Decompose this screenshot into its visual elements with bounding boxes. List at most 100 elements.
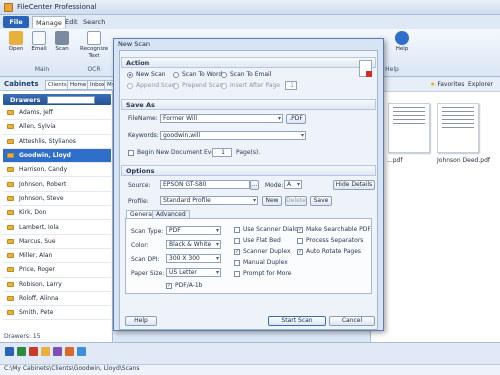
word-icon[interactable] [5,347,14,356]
help-ribbon-button[interactable]: Help [391,31,413,53]
insert-after-page-radio[interactable] [221,83,227,89]
drawer-item[interactable]: Robison, Larry [3,278,111,292]
option-checkbox[interactable]: ✓ [234,249,240,255]
folder-icon[interactable] [41,347,50,356]
folder-icon [7,153,14,159]
filename-input[interactable]: Former Will [160,114,283,123]
folder-icon [7,238,14,244]
option-label: Use Scanner Dialog [243,226,302,233]
hide-details-button[interactable]: Hide Details [333,180,375,190]
profile-new-button[interactable]: New [262,196,282,206]
edit-menu[interactable]: Edit [62,16,81,28]
tab-home[interactable]: Home [67,80,90,90]
option-checkbox[interactable] [234,238,240,244]
folder-icon [7,138,14,144]
pages-stepper[interactable]: 1 [212,148,232,157]
drawer-item[interactable]: Smith, Pete [3,306,111,321]
scan-to-email-radio[interactable] [221,72,227,78]
app-icon[interactable] [77,347,86,356]
pdf-option-checkbox[interactable]: ✓ [297,227,303,233]
drawer-item[interactable]: Allen, Sylvia [3,120,111,135]
mode-select[interactable]: A [284,180,302,189]
option-checkbox[interactable] [234,227,240,233]
pdf-option-checkbox[interactable] [297,238,303,244]
drawer-search-input[interactable] [47,96,95,104]
scan-to-word-label: Scan To Word [182,71,223,78]
explorer-button[interactable]: Explorer [468,81,493,88]
file-menu[interactable]: File [3,16,29,28]
pdf-icon[interactable] [29,347,38,356]
open-button[interactable]: Open [5,31,27,53]
option-checkbox[interactable] [234,260,240,266]
paper-size-select[interactable]: US Letter [166,268,221,277]
drawer-item[interactable]: Roloff, Alinna [3,292,111,307]
cancel-button[interactable]: Cancel [329,316,375,326]
new-scan-radio[interactable] [127,72,133,78]
scan-button[interactable]: Scan [51,31,73,53]
pdf-option-label: Process Separators [306,237,364,244]
scan-to-word-radio[interactable] [173,72,179,78]
pdf-option-checkbox[interactable]: ✓ [297,249,303,255]
favorites-label: Favorites [437,81,465,88]
dpi-select[interactable]: 300 X 300 [166,254,221,263]
window-title: FileCenter Professional [17,3,97,11]
new-scan-label: New Scan [136,71,166,78]
help-button[interactable]: Help [125,316,157,326]
profile-delete-button[interactable]: Delete [285,196,307,206]
insert-page-field[interactable]: 1 [285,81,297,90]
cabinets-title[interactable]: Cabinets [4,80,39,88]
manage-menu[interactable]: Manage [32,16,66,28]
begin-new-label: Begin New Document Every [137,149,222,156]
keywords-label: Keywords: [128,132,159,139]
begin-new-document-checkbox[interactable] [128,150,134,156]
drawer-item[interactable]: Price, Roger [3,263,111,278]
help-icon [395,31,409,45]
drawer-item[interactable]: Kirk, Don [3,206,111,221]
prepend-scan-radio[interactable] [173,83,179,89]
drawer-count: Drawers: 15 [4,333,41,340]
folder-icon [7,224,14,230]
drawer-label: Robison, Larry [19,280,62,288]
keywords-input[interactable]: goodwin,will [160,131,306,140]
document-thumbnail[interactable] [388,103,430,153]
app-icon[interactable] [53,347,62,356]
start-scan-button[interactable]: Start Scan [268,316,326,326]
group-ocr-label: OCR [87,66,101,73]
extension-button[interactable]: .PDF [286,114,306,124]
folder-icon [7,267,14,273]
drawer-item[interactable]: Miller, Alan [3,249,111,264]
profile-select[interactable]: Standard Profile [160,196,258,205]
drawer-item[interactable]: Johnson, Steve [3,192,111,207]
drawer-label: Atteshlis, Stylianos [19,137,76,145]
drawer-item[interactable]: Goodwin, Lloyd [3,148,111,164]
scan-type-select[interactable]: PDF [166,226,221,235]
drawer-label: Marcus, Sue [19,237,56,245]
app-icon[interactable] [65,347,74,356]
excel-icon[interactable] [17,347,26,356]
document-thumbnail[interactable] [437,103,479,153]
favorites-button[interactable]: ★ Favorites [430,81,464,88]
email-button[interactable]: Email [28,31,50,53]
source-field[interactable]: EPSON GT-S80 [160,180,250,189]
drawer-item[interactable]: Lambert, Iola [3,220,111,235]
drawer-item[interactable]: Harrison, Candy [3,163,111,178]
pdfa-checkbox[interactable]: ✓ [166,283,172,289]
recognize-text-button[interactable]: Recognize Text [80,31,108,60]
recognize-label: Recognize Text [80,46,109,59]
append-scan-radio[interactable] [127,83,133,89]
color-select[interactable]: Black & White [166,240,221,249]
drawer-item[interactable]: Atteshlis, Stylianos [3,135,111,149]
drawer-item[interactable]: Marcus, Sue [3,235,111,249]
source-label: Source: [128,182,151,189]
drawer-item[interactable]: Adams, Jeff [3,106,111,121]
profile-save-button[interactable]: Save [310,196,332,206]
action-section-header: Action [121,57,376,68]
search-menu[interactable]: Search [80,16,108,28]
option-label: Manual Duplex [243,259,288,266]
dpi-label: Scan DPI: [131,256,160,263]
pdf-option-label: Make Searchable PDF [306,226,371,233]
source-browse-button[interactable]: … [250,180,259,190]
option-checkbox[interactable] [234,271,240,277]
drawer-item[interactable]: Johnson, Robert [3,177,111,192]
ocr-icon [87,31,101,45]
